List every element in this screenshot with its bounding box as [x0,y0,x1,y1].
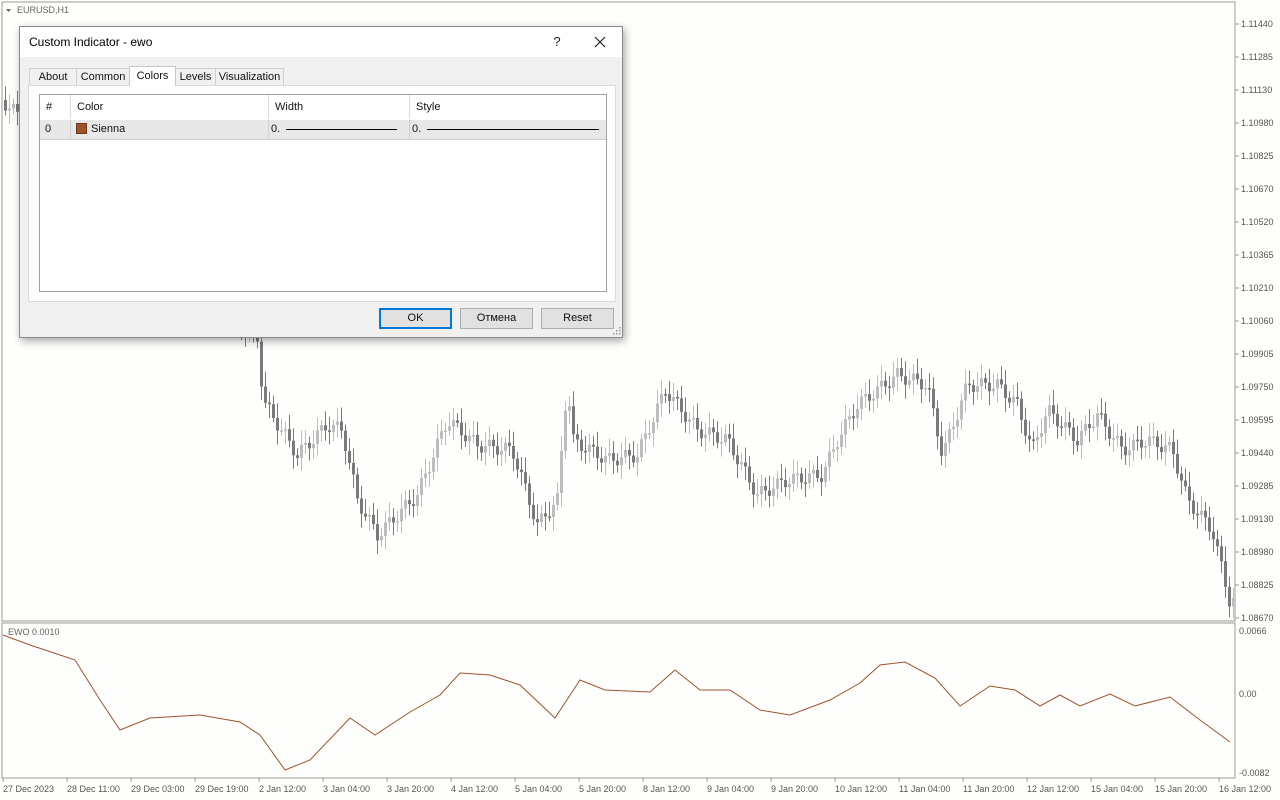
time-tick-label: 28 Dec 11:00 [67,784,120,794]
time-tick-label: 3 Jan 04:00 [323,784,370,794]
indicator-axis: 0.0066 0.00 -0.0082 [1239,626,1270,778]
price-tick-label: 1.09130 [1241,514,1274,524]
price-tick-label: 1.09595 [1241,415,1274,425]
indicator-label: EWO 0.0010 [8,627,60,637]
row-index: 0 [40,120,71,139]
time-tick-label: 29 Dec 03:00 [131,784,185,794]
tab-colors[interactable]: Colors [129,66,176,86]
price-tick-label: 1.10210 [1241,283,1274,293]
width-line-sample [286,129,397,130]
time-tick-label: 11 Jan 20:00 [963,784,1014,794]
tab-levels[interactable]: Levels [175,68,216,85]
time-tick-label: 4 Jan 12:00 [451,784,498,794]
price-tick-label: 1.10520 [1241,217,1274,227]
time-tick-label: 2 Jan 12:00 [259,784,306,794]
style-value: 0. [412,123,422,135]
resize-grip-icon[interactable] [611,325,621,335]
price-tick-label: 1.09285 [1241,481,1274,491]
time-tick-label: 9 Jan 04:00 [707,784,754,794]
time-tick-label: 16 Jan 12:00 [1219,784,1271,794]
price-tick-label: 1.11440 [1241,19,1273,29]
time-tick-label: 15 Jan 20:00 [1155,784,1207,794]
tab-about[interactable]: About [29,68,77,85]
price-tick-label: 1.09905 [1241,349,1274,359]
width-cell[interactable]: 0. [269,120,410,139]
table-row[interactable]: 0 Sienna 0. 0. [40,120,606,140]
price-tick-label: 1.11130 [1241,85,1272,95]
style-line-sample [427,129,599,130]
price-tick-label: 1.09440 [1241,448,1274,458]
time-tick-label: 15 Jan 04:00 [1091,784,1143,794]
price-tick-label: 1.08980 [1241,547,1274,557]
time-tick-label: 9 Jan 20:00 [771,784,818,794]
tab-visualization[interactable]: Visualization [215,68,284,85]
time-axis: 27 Dec 2023 28 Dec 11:00 29 Dec 03:00 29 De… [2,778,1271,794]
price-axis: 1.11440 1.11285 1.11130 1.10980 1.10825 1.106… [1235,19,1274,623]
time-tick-label: 8 Jan 12:00 [643,784,690,794]
column-header-color[interactable]: Color [71,95,269,119]
style-cell[interactable]: 0. [410,120,606,139]
price-tick-label: 1.10365 [1241,250,1274,260]
close-icon [594,36,606,48]
color-cell[interactable]: Sienna [71,120,269,139]
price-tick-label: 1.10060 [1241,316,1274,326]
price-tick-label: 1.10980 [1241,118,1274,128]
indicator-tick-label: 0.0066 [1239,626,1267,636]
color-swatch [76,123,87,134]
time-tick-label: 11 Jan 04:00 [899,784,950,794]
time-tick-label: 12 Jan 12:00 [1027,784,1079,794]
time-tick-label: 5 Jan 20:00 [579,784,626,794]
column-header-index[interactable]: # [40,95,71,119]
price-tick-label: 1.08670 [1241,613,1274,623]
close-button[interactable] [580,27,620,57]
time-tick-label: 3 Jan 20:00 [387,784,434,794]
cancel-button[interactable]: Отмена [460,308,533,329]
time-tick-label: 29 Dec 19:00 [195,784,249,794]
time-tick-label: 5 Jan 04:00 [515,784,562,794]
price-tick-label: 1.11285 [1241,52,1273,62]
dialog-title: Custom Indicator - ewo [29,35,153,49]
help-button[interactable]: ? [540,27,574,57]
symbol-timeframe-label: EURUSD,H1 [17,5,69,15]
price-tick-label: 1.10670 [1241,184,1274,194]
colors-tab-panel: # Color Width Style 0 Sienna 0. 0. [28,85,616,302]
column-header-style[interactable]: Style [410,95,606,119]
width-value: 0. [271,123,281,135]
tab-common[interactable]: Common [76,68,130,85]
colors-table: # Color Width Style 0 Sienna 0. 0. [39,94,607,292]
reset-button[interactable]: Reset [541,308,614,329]
price-tick-label: 1.10825 [1241,151,1274,161]
dialog-titlebar[interactable]: Custom Indicator - ewo ? [20,27,622,57]
custom-indicator-dialog: Custom Indicator - ewo ? About Common Co… [19,26,623,338]
indicator-tick-label: -0.0082 [1239,768,1270,778]
price-tick-label: 1.09750 [1241,382,1274,392]
time-tick-label: 27 Dec 2023 [3,784,54,794]
price-tick-label: 1.08825 [1241,580,1274,590]
ok-button[interactable]: OK [379,308,452,329]
color-name: Sienna [91,123,126,135]
column-header-width[interactable]: Width [269,95,410,119]
time-tick-label: 10 Jan 12:00 [835,784,887,794]
indicator-tick-label: 0.00 [1239,689,1257,699]
